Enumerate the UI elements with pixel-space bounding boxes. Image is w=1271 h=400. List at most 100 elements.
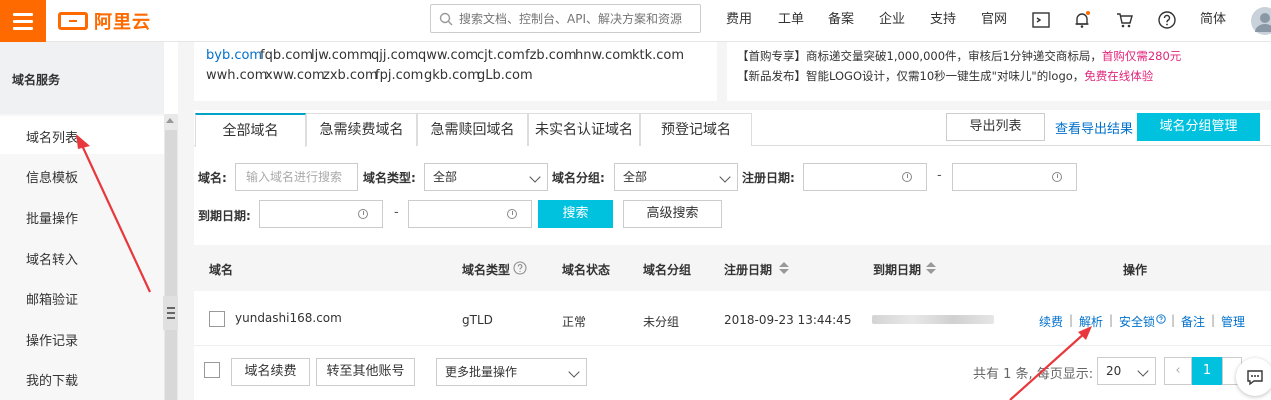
reg-date-start-input[interactable] xyxy=(803,163,927,191)
advanced-search-button[interactable]: 高级搜索 xyxy=(623,200,722,228)
promo-domain-link[interactable]: ljw.comm xyxy=(311,48,372,63)
batch-renew-button[interactable]: 域名续费 xyxy=(231,358,310,386)
nav-enterprise[interactable]: 企业 xyxy=(879,0,905,40)
aliyun-logo[interactable]: 阿里云 xyxy=(58,9,151,33)
promo-domain-link[interactable]: gLb.com xyxy=(477,68,533,83)
domain-search-input[interactable]: 输入域名进行搜索 xyxy=(235,163,358,191)
select-all-checkbox[interactable] xyxy=(204,362,220,378)
action-manage[interactable]: 管理 xyxy=(1221,313,1245,330)
prev-page-button[interactable]: ‹ xyxy=(1164,357,1192,385)
chat-icon xyxy=(1247,370,1263,386)
sidebar-item-domain-transfer[interactable]: 域名转入 xyxy=(26,249,78,268)
promo-domain-link[interactable]: fqb.com xyxy=(260,48,313,63)
page-1-button[interactable]: 1 xyxy=(1192,357,1222,385)
sidebar-item-downloads[interactable]: 我的下载 xyxy=(26,370,78,389)
promo-domain-link[interactable]: fpj.com xyxy=(375,68,423,83)
sort-asc-icon[interactable] xyxy=(779,262,789,267)
clock-icon xyxy=(1052,172,1062,182)
date-range-dash: - xyxy=(394,205,399,220)
action-separator: | xyxy=(1211,313,1216,327)
sidebar-item-domain-list[interactable]: 域名列表 xyxy=(26,127,78,146)
search-input[interactable] xyxy=(459,11,699,26)
info-icon[interactable] xyxy=(513,261,527,275)
domain-type-label: 域名类型: xyxy=(363,171,416,185)
row-checkbox[interactable] xyxy=(209,311,225,327)
promo-domain-link[interactable]: cjt.com xyxy=(477,48,525,63)
global-search[interactable] xyxy=(430,4,701,33)
col-domain: 域名 xyxy=(209,263,234,277)
notice-logo-link[interactable]: 免费在线体验 xyxy=(1084,69,1153,83)
sort-desc-icon[interactable] xyxy=(779,269,789,274)
sidebar-scroll-thumb[interactable] xyxy=(165,130,177,400)
promo-domain-link[interactable]: wwh.com xyxy=(206,68,267,83)
col-exp-date[interactable]: 到期日期 xyxy=(873,261,921,278)
date-range-dash: - xyxy=(937,168,942,183)
terminal-icon[interactable] xyxy=(1031,10,1051,30)
tab-all-domains[interactable]: 全部域名 xyxy=(195,113,306,147)
domain-group-select[interactable]: 全部 xyxy=(614,163,738,191)
chevron-down-icon xyxy=(529,171,541,183)
transfer-account-button[interactable]: 转至其他账号 xyxy=(316,358,415,386)
row-domain-status: 正常 xyxy=(562,315,587,329)
scroll-up-icon[interactable] xyxy=(166,118,174,123)
sidebar-item-op-log[interactable]: 操作记录 xyxy=(26,330,78,349)
clock-icon xyxy=(902,172,912,182)
action-remark[interactable]: 备注 xyxy=(1181,313,1205,330)
action-dns[interactable]: 解析 xyxy=(1079,313,1103,330)
sidebar-item-info-template[interactable]: 信息模板 xyxy=(26,167,78,186)
view-export-results-link[interactable]: 查看导出结果 xyxy=(1055,118,1133,137)
help-icon[interactable] xyxy=(1157,10,1177,30)
action-separator: | xyxy=(1109,313,1114,327)
cart-icon[interactable] xyxy=(1115,10,1135,30)
col-actions: 操作 xyxy=(1123,263,1148,277)
export-list-button[interactable]: 导出列表 xyxy=(946,113,1045,141)
reg-date-end-input[interactable] xyxy=(952,163,1077,191)
promo-domain-link[interactable]: byb.com xyxy=(206,48,262,63)
promo-domain-link[interactable]: gkb.com xyxy=(424,68,480,83)
sidebar-title: 域名服务 xyxy=(12,73,61,87)
menu-icon[interactable] xyxy=(0,0,46,42)
action-security-lock[interactable]: 安全锁 xyxy=(1119,313,1155,330)
collapse-sidebar-icon[interactable] xyxy=(163,296,179,330)
action-renew[interactable]: 续费 xyxy=(1039,313,1063,330)
sidebar-list xyxy=(0,114,164,400)
avatar[interactable] xyxy=(1250,6,1271,36)
group-manage-button[interactable]: 域名分组管理 xyxy=(1137,113,1260,141)
exp-date-start-input[interactable] xyxy=(259,200,383,228)
promo-domain-link[interactable]: qjj.com xyxy=(371,48,418,63)
tab-redeem-needed[interactable]: 急需赎回域名 xyxy=(417,113,528,146)
search-button[interactable]: 搜索 xyxy=(538,200,613,228)
bell-icon[interactable] xyxy=(1072,10,1092,30)
sidebar-item-email-verify[interactable]: 邮箱验证 xyxy=(26,289,78,308)
promo-domain-link[interactable]: zxb.com xyxy=(323,68,378,83)
page-size-select[interactable]: 20 xyxy=(1097,357,1156,385)
language-switch[interactable]: 简体 xyxy=(1200,0,1226,40)
nav-tickets[interactable]: 工单 xyxy=(778,0,804,40)
notice-trademark-link[interactable]: 首购仅需280元 xyxy=(1102,49,1181,63)
tab-renew-needed[interactable]: 急需续费域名 xyxy=(306,113,417,146)
sort-asc-icon[interactable] xyxy=(926,262,936,267)
nav-official-site[interactable]: 官网 xyxy=(981,0,1007,40)
row-domain-link[interactable]: yundashi168.com xyxy=(235,311,342,325)
row-domain-type: gTLD xyxy=(462,313,493,327)
exp-date-end-input[interactable] xyxy=(408,200,532,228)
nav-icp[interactable]: 备案 xyxy=(828,0,854,40)
more-batch-ops-select[interactable]: 更多批量操作 xyxy=(436,358,587,386)
promo-domain-link[interactable]: qww.com xyxy=(418,48,478,63)
sidebar-item-batch-ops[interactable]: 批量操作 xyxy=(26,208,78,227)
nav-billing[interactable]: 费用 xyxy=(726,0,752,40)
sort-desc-icon[interactable] xyxy=(926,269,936,274)
promo-domain-link[interactable]: hnw.com xyxy=(575,48,633,63)
col-reg-date[interactable]: 注册日期 xyxy=(724,261,772,278)
promo-domain-link[interactable]: ktk.com xyxy=(632,48,684,63)
help-icon[interactable] xyxy=(1156,314,1166,324)
promo-domain-link[interactable]: fzb.com xyxy=(525,48,577,63)
chat-button[interactable] xyxy=(1236,358,1271,396)
chevron-down-icon xyxy=(568,366,580,378)
logo-text: 阿里云 xyxy=(94,12,151,33)
domain-type-select[interactable]: 全部 xyxy=(424,163,548,191)
promo-domain-link[interactable]: xww.com xyxy=(265,68,325,83)
tab-pre-registered[interactable]: 预登记域名 xyxy=(640,113,752,146)
nav-support[interactable]: 支持 xyxy=(930,0,956,40)
tab-unverified[interactable]: 未实名认证域名 xyxy=(528,113,640,146)
